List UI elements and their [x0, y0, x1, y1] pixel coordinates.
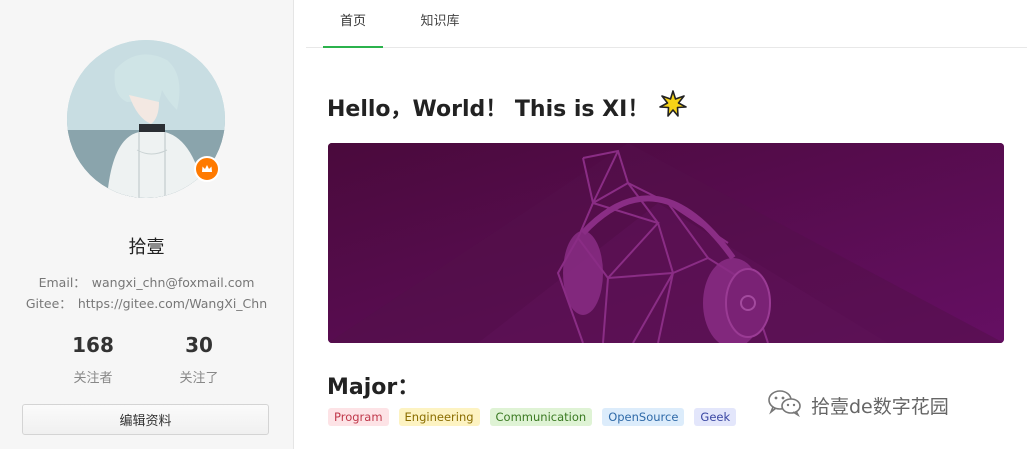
profile-sidebar: 拾壹 Email： wangxi_chn@foxmail.com Gitee： ht… [0, 0, 294, 449]
following-label: 关注了 [179, 371, 219, 386]
major-tags: Program Engineering Communication OpenSo… [328, 408, 737, 426]
email-label: Email： [38, 275, 86, 290]
following-count: 30 [185, 333, 213, 357]
followers-label: 关注者 [73, 371, 113, 386]
tab-bar: 首页 知识库 [306, 0, 1027, 48]
following-stat[interactable]: 30 关注了 [159, 333, 239, 386]
tab-knowledge-base[interactable]: 知识库 [406, 0, 474, 47]
gitee-line: Gitee： https://gitee.com/WangXi_Chn [0, 293, 293, 312]
tag-communication[interactable]: Communication [489, 408, 593, 426]
email-value[interactable]: wangxi_chn@foxmail.com [92, 275, 255, 290]
wechat-icon [767, 389, 803, 422]
main-content: 首页 知识库 Hello，World！ This is XI！ Major： P… [306, 0, 1027, 449]
crown-badge-icon [194, 156, 220, 182]
edit-profile-button[interactable]: 编辑资料 [22, 404, 269, 435]
tag-geek[interactable]: Geek [694, 408, 737, 426]
page-heading: Hello，World！ This is XI！ [327, 90, 688, 124]
sparkle-star-icon [659, 90, 688, 124]
followers-stat[interactable]: 168 关注者 [53, 333, 133, 386]
banner-image [328, 143, 1004, 343]
tag-program[interactable]: Program [328, 408, 389, 426]
gitee-label: Gitee： [25, 296, 72, 311]
tab-home[interactable]: 首页 [323, 0, 383, 48]
tag-engineering[interactable]: Engineering [398, 408, 480, 426]
username: 拾壹 [128, 237, 165, 258]
gitee-link[interactable]: https://gitee.com/WangXi_Chn [78, 296, 267, 311]
watermark-text: 拾壹de数字花园 [811, 396, 949, 418]
wolf-headphones-illustration [328, 143, 1004, 343]
watermark: 拾壹de数字花园 [767, 389, 949, 422]
followers-count: 168 [72, 333, 114, 357]
heading-text: Hello，World！ This is XI！ [327, 97, 650, 122]
major-heading: Major： [327, 375, 420, 400]
avatar-container [67, 40, 225, 198]
tag-opensource[interactable]: OpenSource [602, 408, 685, 426]
email-line: Email： wangxi_chn@foxmail.com [0, 272, 293, 291]
